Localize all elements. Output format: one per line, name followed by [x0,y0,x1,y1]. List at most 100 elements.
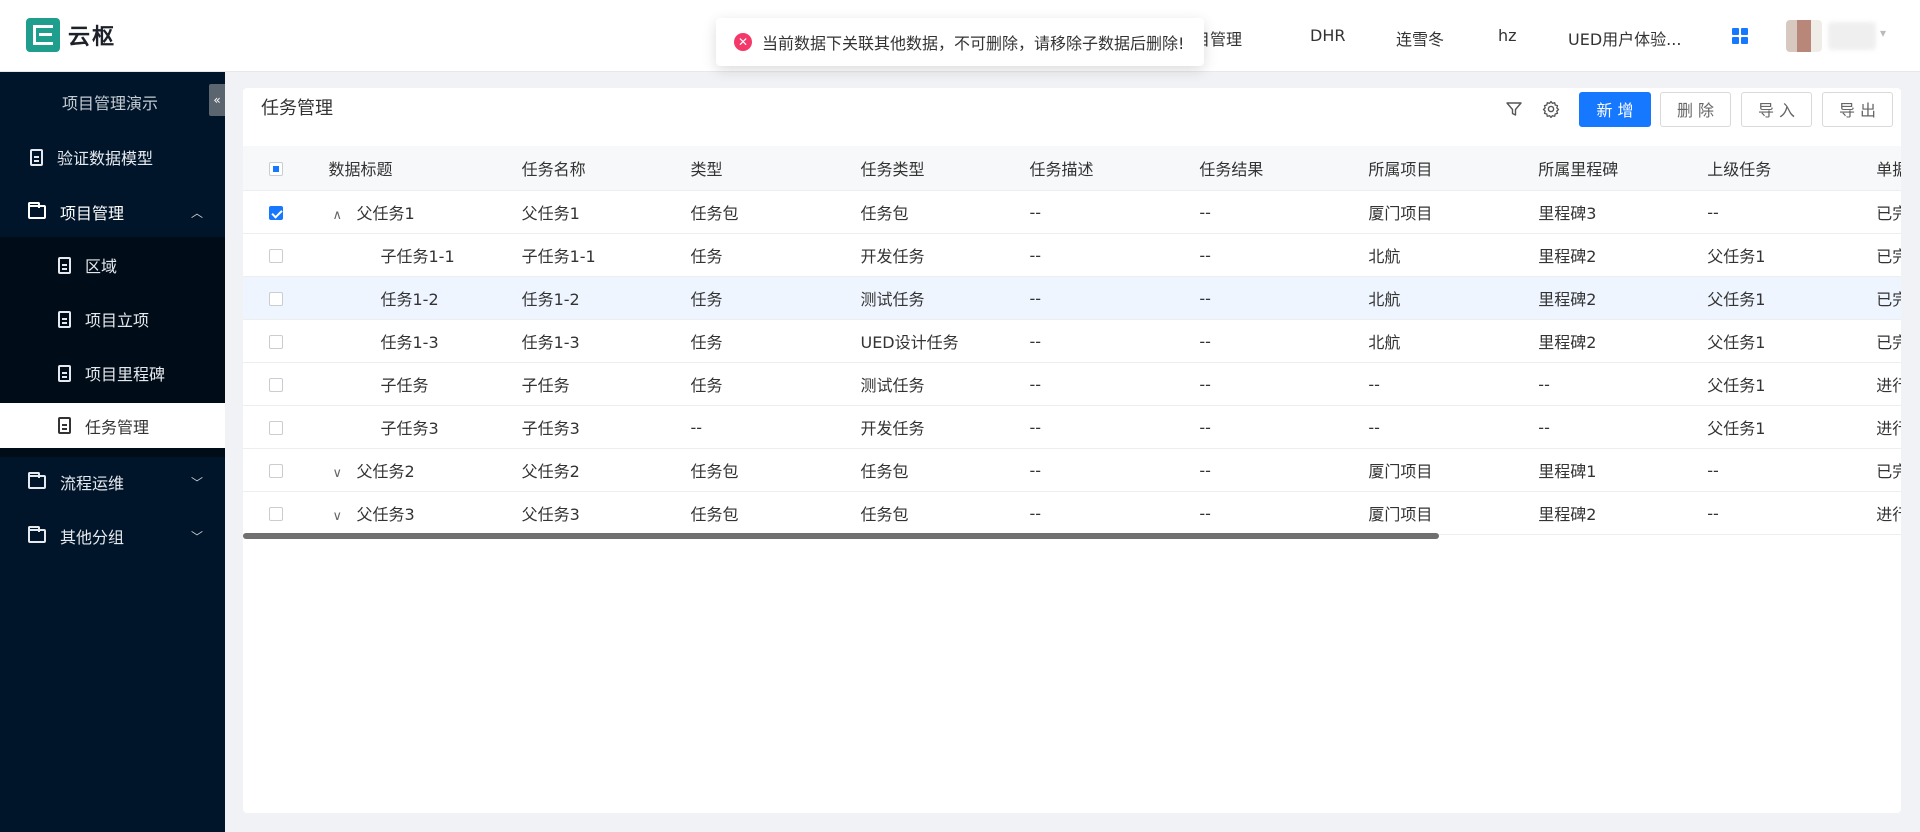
expand-toggle-icon[interactable]: ∨ [332,466,348,481]
add-button[interactable]: 新 增 [1579,92,1651,127]
sidebar-collapse-button[interactable]: « [209,84,225,116]
table-row[interactable]: 子任务 子任务 任务 测试任务 -- -- -- -- 父任务1 进行 [243,362,1901,406]
delete-button[interactable]: 删 除 [1660,92,1731,127]
table-row[interactable]: ∨ 父任务3 父任务3 任务包 任务包 -- -- 厦门项目 里程碑2 -- 进行 [243,491,1901,535]
table-cell: 进行 [1876,405,1901,449]
row-select-cell[interactable] [243,233,329,277]
table-row[interactable]: ∧ 父任务1 父任务1 任务包 任务包 -- -- 厦门项目 里程碑3 -- 已完 [243,190,1901,234]
table-cell: 里程碑2 [1538,233,1708,277]
expand-toggle-icon[interactable]: ∨ [332,509,348,524]
row-select-cell[interactable] [243,319,329,363]
row-select-cell[interactable] [243,276,329,320]
cell-text: 进行 [1876,505,1901,524]
table-cell: -- [1368,405,1539,449]
table-row[interactable]: 子任务3 子任务3 -- 开发任务 -- -- -- -- 父任务1 进行 [243,405,1901,449]
sidebar-item-data-model[interactable]: 验证数据模型 [0,131,225,183]
table-cell: -- [1029,276,1200,320]
table-cell: 里程碑1 [1538,448,1708,492]
row-checkbox[interactable] [269,335,283,349]
row-select-cell[interactable] [243,362,329,406]
column-header[interactable]: 数据标题 [328,146,522,191]
cell-text: 任务包 [860,204,909,223]
sidebar-item-project-management[interactable]: 项目管理 ︿ [0,186,225,238]
table-cell: 北航 [1368,233,1539,277]
cell-text: 已完 [1876,204,1901,223]
table-cell: 北航 [1368,319,1539,363]
top-nav-item-ued[interactable]: UED用户体验... [1568,26,1681,50]
table-cell: 已完 [1876,233,1901,277]
app-grid-icon[interactable] [1732,28,1748,44]
cell-text: -- [1029,331,1041,351]
folder-icon [28,526,46,543]
column-header[interactable]: 单据 [1876,146,1901,191]
row-checkbox[interactable] [269,249,283,263]
table-cell: -- [1368,362,1539,406]
table-row[interactable]: 子任务1-1 子任务1-1 任务 开发任务 -- -- 北航 里程碑2 父任务1 已完 [243,233,1901,277]
table-row[interactable]: 任务1-3 任务1-3 任务 UED设计任务 -- -- 北航 里程碑2 父任务1 已完 [243,319,1901,363]
cell-text: 里程碑1 [1538,462,1597,481]
horizontal-scrollbar[interactable] [243,533,1439,539]
import-button[interactable]: 导 入 [1741,92,1812,127]
gear-icon[interactable] [1542,100,1560,118]
sidebar-item-workflow-ops[interactable]: 流程运维 ﹀ [0,456,225,508]
cell-text: 测试任务 [860,290,925,309]
avatar[interactable] [1786,20,1822,52]
column-header[interactable]: 任务描述 [1029,146,1200,191]
cell-text: 父任务3 [521,505,580,524]
column-header[interactable]: 上级任务 [1707,146,1877,191]
sidebar-item-region[interactable]: 区域 [0,239,225,291]
document-icon [58,310,71,328]
task-table: 数据标题 任务名称 类型 任务类型 任务描述 任务结果 所属项目 所属里程碑 上… [243,146,1901,542]
row-select-cell[interactable] [243,448,329,492]
row-checkbox[interactable] [269,421,283,435]
table-cell: -- [1029,362,1200,406]
column-header[interactable]: 所属项目 [1368,146,1539,191]
cell-text: 北航 [1368,247,1401,266]
table-cell: 里程碑3 [1538,190,1708,234]
sidebar-item-task-management[interactable]: 任务管理 [0,403,225,448]
row-checkbox[interactable] [269,292,283,306]
row-checkbox[interactable] [269,507,283,521]
row-select-cell[interactable] [243,491,329,535]
collapse-toggle-icon[interactable]: ∧ [332,208,348,223]
column-header[interactable]: 任务结果 [1199,146,1369,191]
row-checkbox[interactable] [269,464,283,478]
top-nav-item-hz[interactable]: hz [1498,26,1517,45]
cell-text: -- [1199,374,1211,394]
chevron-down-icon[interactable]: ▾ [1880,26,1886,40]
top-nav-item-user[interactable]: 连雪冬 [1396,26,1444,50]
document-icon [58,364,71,382]
table-cell: 开发任务 [860,405,1030,449]
table-cell: 里程碑2 [1538,319,1708,363]
row-select-cell[interactable] [243,405,329,449]
table-cell: 任务包 [860,190,1030,234]
top-nav-item-dhr[interactable]: DHR [1310,26,1345,45]
select-all-checkbox[interactable] [269,162,283,176]
table-cell: 任务 [690,319,861,363]
filter-icon[interactable] [1506,101,1522,117]
export-button[interactable]: 导 出 [1822,92,1893,127]
cell-text: 任务包 [690,204,739,223]
column-header[interactable]: 任务类型 [860,146,1030,191]
user-name-blurred[interactable] [1828,22,1876,50]
table-cell: 任务 [690,362,861,406]
row-select-cell[interactable] [243,190,329,234]
chevron-down-icon: ﹀ [190,529,203,544]
table-cell: 测试任务 [860,276,1030,320]
row-checkbox[interactable] [269,206,283,220]
row-checkbox[interactable] [269,378,283,392]
sidebar-item-other-groups[interactable]: 其他分组 ﹀ [0,510,225,562]
table-cell: UED设计任务 [860,319,1030,363]
chevron-up-icon: ︿ [190,205,203,220]
column-header[interactable]: 任务名称 [521,146,691,191]
table-cell: 父任务1 [1707,233,1877,277]
sidebar-item-milestone[interactable]: 项目里程碑 [0,347,225,399]
column-header[interactable]: 所属里程碑 [1538,146,1708,191]
table-row[interactable]: 任务1-2 任务1-2 任务 测试任务 -- -- 北航 里程碑2 父任务1 已完 [243,276,1901,320]
column-header[interactable]: 类型 [690,146,861,191]
select-all-cell[interactable] [243,146,329,191]
table-cell: 进行 [1876,362,1901,406]
sidebar-item-project-approval[interactable]: 项目立项 [0,293,225,345]
app-logo[interactable]: 云枢 [26,18,116,52]
table-row[interactable]: ∨ 父任务2 父任务2 任务包 任务包 -- -- 厦门项目 里程碑1 -- 已完 [243,448,1901,492]
